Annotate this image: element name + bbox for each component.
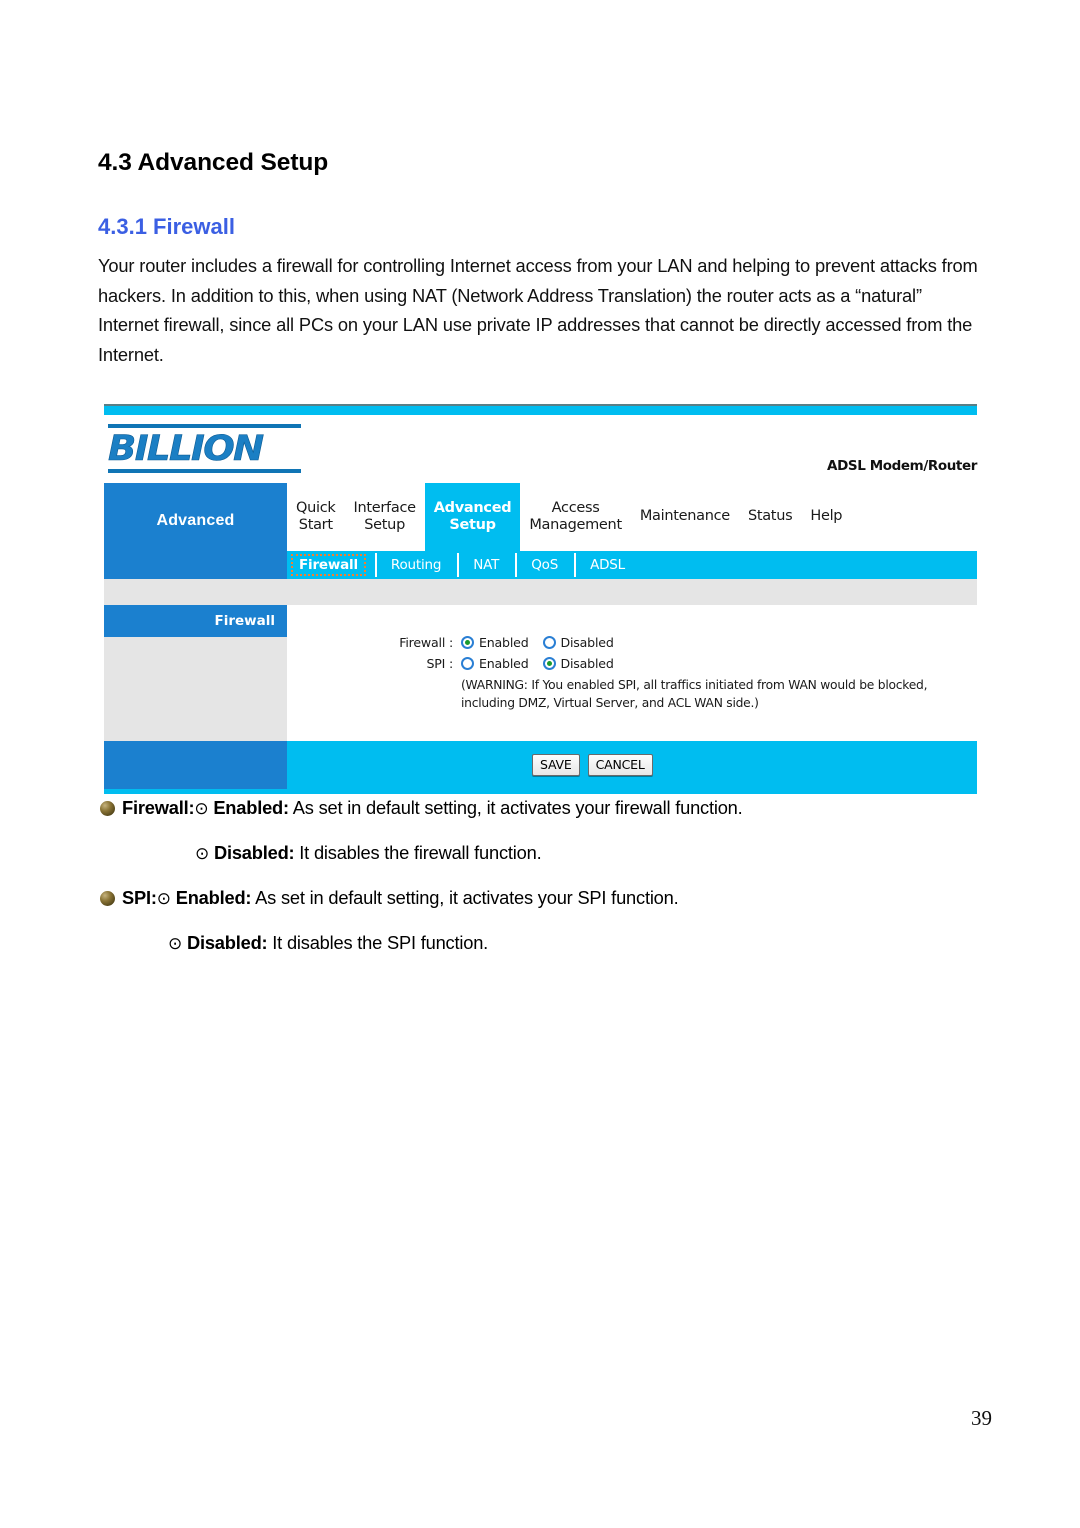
subtab-routing[interactable]: Routing xyxy=(374,551,457,579)
spi-field-label: SPI : xyxy=(426,656,453,671)
tab-interface-setup[interactable]: Interface Setup xyxy=(345,483,425,551)
sphere-bullet-icon xyxy=(100,890,115,906)
subtab-nat[interactable]: NAT xyxy=(457,551,515,579)
spi-disabled-radio-icon[interactable] xyxy=(542,657,556,670)
bullet-firewall-disabled: ⊙ Disabled: It disables the firewall fun… xyxy=(195,841,990,866)
firewall-disabled-label: Disabled xyxy=(560,635,614,650)
document-page: 4.3 Advanced Setup 4.3.1 Firewall Your r… xyxy=(0,0,1080,1528)
option-descriptions: Firewall:⊙ Enabled: As set in default se… xyxy=(100,796,990,976)
tab-interface-setup-line2: Setup xyxy=(364,517,405,533)
radio-glyph-icon: ⊙ xyxy=(195,843,210,863)
spi-enabled-option[interactable]: Enabled xyxy=(461,656,529,671)
radio-glyph-icon: ⊙ xyxy=(156,888,171,908)
panel-content: Firewall : Enabled Disabled SPI: Enable… xyxy=(287,605,977,741)
tab-access-management-line2: Management xyxy=(529,517,622,533)
ui-body-row: Firewall Firewall : Enabled Disabled SPI… xyxy=(104,605,977,741)
ui-top-accent-bar xyxy=(104,404,977,415)
subtab-adsl[interactable]: ADSL xyxy=(574,551,641,579)
billion-logo: BILLION xyxy=(108,424,301,473)
footer-actions: SAVE CANCEL xyxy=(287,741,977,789)
cancel-button[interactable]: CANCEL xyxy=(587,754,653,776)
tab-access-management-line1: Access xyxy=(551,499,600,516)
firewall-field-row: Firewall : Enabled Disabled xyxy=(375,635,977,650)
tab-advanced-setup-line1: Advanced xyxy=(433,499,512,516)
bullet-firewall-disabled-option: Disabled: xyxy=(213,841,295,863)
spi-enabled-radio-icon[interactable] xyxy=(461,657,474,670)
firewall-disabled-option[interactable]: Disabled xyxy=(542,635,614,650)
tab-status[interactable]: Status xyxy=(739,483,801,551)
bullet-spi-disabled: ⊙ Disabled: It disables the SPI function… xyxy=(168,931,990,956)
firewall-field-label: Firewall : xyxy=(399,635,453,650)
firewall-enabled-option[interactable]: Enabled xyxy=(461,635,529,650)
bullet-spi-enabled-option: Enabled: xyxy=(175,886,252,908)
ui-main-nav-row: Advanced Quick Start Interface Setup Advan… xyxy=(104,483,977,551)
bullet-firewall-enabled-option: Enabled: xyxy=(213,797,289,818)
sidebar-section-title: Advanced xyxy=(156,512,235,529)
firewall-disabled-radio-icon[interactable] xyxy=(542,636,556,649)
bullet-spi-disabled-option: Disabled: xyxy=(186,931,268,953)
separator-right xyxy=(287,579,977,605)
sphere-bullet-icon xyxy=(100,801,115,816)
firewall-enabled-label: Enabled xyxy=(479,635,529,650)
separator-left xyxy=(104,579,287,605)
footer-sidebar-filler xyxy=(104,741,287,789)
tab-advanced-setup-line2: Setup xyxy=(449,517,496,533)
sub-tab-bar: Firewall Routing NAT QoS ADSL xyxy=(287,551,977,579)
bullet-firewall-term: Firewall: xyxy=(122,797,195,818)
tab-quick-start-line2: Start xyxy=(298,517,333,533)
ui-bottom-accent-bar xyxy=(104,789,977,794)
spi-enabled-label: Enabled xyxy=(479,656,529,671)
radio-glyph-icon: ⊙ xyxy=(168,933,183,953)
intro-paragraph: Your router includes a firewall for cont… xyxy=(98,255,978,366)
logo-wordmark: BILLION xyxy=(108,429,265,469)
radio-glyph-icon: ⊙ xyxy=(194,799,209,818)
spi-warning-text: (WARNING: If You enabled SPI, all traffi… xyxy=(461,678,928,710)
document-text-block: 4.3 Advanced Setup 4.3.1 Firewall Your r… xyxy=(98,149,982,370)
ui-brand-row: BILLION ADSL Modem/Router xyxy=(104,415,977,483)
firewall-enabled-radio-icon[interactable] xyxy=(461,636,474,649)
bullet-firewall-disabled-desc: It disables the firewall function. xyxy=(294,841,542,863)
bullet-spi-term: SPI: xyxy=(122,886,157,908)
main-tab-bar: Quick Start Interface Setup Advanced Setup … xyxy=(287,483,977,551)
bullet-firewall-enabled-desc: As set in default setting, it activates … xyxy=(288,797,743,818)
spi-field-row: SPI : Enabled Disabled xyxy=(375,656,977,671)
bullet-spi-disabled-desc: It disables the SPI function. xyxy=(267,931,489,953)
spi-radio-group: Enabled Disabled xyxy=(461,656,628,671)
save-button[interactable]: SAVE xyxy=(532,754,580,776)
firewall-radio-group: Enabled Disabled xyxy=(461,635,628,650)
spi-disabled-label: Disabled xyxy=(560,656,614,671)
tab-maintenance[interactable]: Maintenance xyxy=(631,483,739,551)
sidebar-section-header: Advanced xyxy=(104,483,287,551)
subsection-heading: 4.3.1 Firewall xyxy=(98,213,235,239)
subtab-firewall[interactable]: Firewall xyxy=(291,554,366,576)
panel-sidebar: Firewall xyxy=(104,605,287,741)
subtab-qos[interactable]: QoS xyxy=(515,551,574,579)
tab-quick-start[interactable]: Quick Start xyxy=(287,483,345,551)
tab-access-management[interactable]: Access Management xyxy=(520,483,631,551)
ui-separator-strip xyxy=(104,579,977,605)
section-heading: 4.3 Advanced Setup xyxy=(98,149,329,176)
ui-footer-row: SAVE CANCEL xyxy=(104,741,977,789)
panel-sidebar-title: Firewall xyxy=(104,605,287,637)
product-model-label: ADSL Modem/Router xyxy=(827,458,977,474)
spi-disabled-option[interactable]: Disabled xyxy=(542,656,614,671)
bullet-spi-enabled-desc: As set in default setting, it activates … xyxy=(251,886,679,908)
bullet-spi-enabled: SPI:⊙ Enabled: As set in default setting… xyxy=(100,886,990,911)
tab-advanced-setup[interactable]: Advanced Setup xyxy=(424,483,521,551)
sub-nav-sidebar-filler xyxy=(104,551,287,579)
ui-sub-nav-row: Firewall Routing NAT QoS ADSL xyxy=(104,551,977,579)
bullet-firewall-enabled: Firewall:⊙ Enabled: As set in default se… xyxy=(100,796,990,821)
panel-sidebar-filler xyxy=(104,637,287,741)
router-web-ui: BILLION ADSL Modem/Router Advanced Quick… xyxy=(104,404,977,794)
firewall-form: Firewall : Enabled Disabled SPI: Enable… xyxy=(375,635,977,713)
logo-bottom-rule xyxy=(108,469,301,473)
page-number: 39 xyxy=(971,1406,992,1430)
tab-help[interactable]: Help xyxy=(801,483,851,551)
tab-interface-setup-line1: Interface xyxy=(353,499,417,516)
logo-top-rule xyxy=(108,424,301,428)
tab-quick-start-line1: Quick xyxy=(296,499,336,516)
